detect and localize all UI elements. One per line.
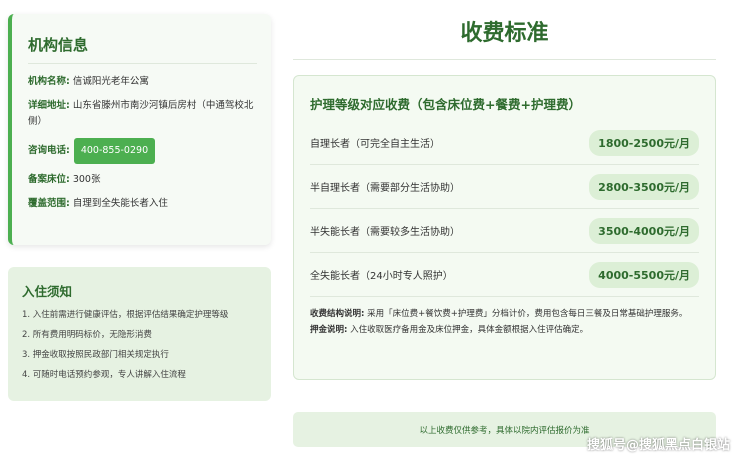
org-name-value: 信诚阳光老年公寓 (72, 76, 149, 87)
fee-structure-key: 收费结构说明: (310, 309, 365, 319)
org-info-card: 机构信息 机构名称: 信诚阳光老年公寓 详细地址: 山东省滕州市南沙河镇后房村（… (8, 14, 271, 245)
fee-card: 护理等级对应收费（包含床位费+餐费+护理费） 自理长者（可完全自主生活） 180… (293, 75, 716, 380)
fee-price-badge: 4000-5500元/月 (589, 261, 699, 288)
deposit-key: 押金说明: (310, 325, 348, 335)
org-scope-value: 自理到全失能长者入住 (72, 198, 168, 209)
admission-notice-card: 入住须知 1. 入住前需进行健康评估，根据评估结果确定护理等级 2. 所有费用明… (8, 267, 271, 401)
fee-price-badge: 3500-4000元/月 (589, 217, 699, 244)
page-title: 收费标准 (293, 15, 716, 60)
org-beds-value: 300张 (72, 174, 101, 185)
fee-structure-value: 采用「床位费+餐饮费+护理费」分档计价，费用包含每日三餐及日常基础护理服务。 (367, 309, 688, 319)
notice-item: 1. 入住前需进行健康评估，根据评估结果确定护理等级 (22, 310, 229, 320)
fee-price-badge: 2800-3500元/月 (589, 173, 699, 200)
fee-row: 全失能长者（24小时专人照护） 4000-5500元/月 (310, 253, 699, 297)
fee-level-label: 全失能长者（24小时专人照护） (310, 271, 453, 282)
fee-structure-note: 收费结构说明: 采用「床位费+餐饮费+护理费」分档计价，费用包含每日三餐及日常基… (310, 307, 699, 321)
notice-item: 3. 押金收取按照民政部门相关规定执行 (22, 350, 169, 360)
fee-level-label: 自理长者（可完全自主生活） (310, 139, 440, 150)
fee-price-badge: 1800-2500元/月 (589, 129, 699, 156)
fee-row: 半自理长者（需要部分生活协助） 2800-3500元/月 (310, 165, 699, 209)
org-scope-key: 覆盖范围: (28, 198, 70, 209)
org-phone-row: 咨询电话: 400-855-0290 (28, 138, 257, 164)
org-beds-row: 备案床位: 300张 (28, 172, 257, 188)
notice-item: 4. 可随时电话预约参观，专人讲解入住流程 (22, 370, 186, 380)
fee-row: 半失能长者（需要较多生活协助） 3500-4000元/月 (310, 209, 699, 253)
fee-row: 自理长者（可完全自主生活） 1800-2500元/月 (310, 121, 699, 165)
phone-number-button[interactable]: 400-855-0290 (73, 138, 156, 164)
notice-item: 2. 所有费用明码标价，无隐形消费 (22, 330, 152, 340)
org-name-key: 机构名称: (28, 76, 70, 87)
fee-heading: 护理等级对应收费（包含床位费+餐费+护理费） (310, 97, 581, 112)
deposit-value: 入住收取医疗备用金及床位押金，具体金额根据入住评估确定。 (350, 325, 589, 335)
org-info-title: 机构信息 (28, 34, 257, 64)
fee-notes: 收费结构说明: 采用「床位费+餐饮费+护理费」分档计价，费用包含每日三餐及日常基… (310, 307, 699, 337)
org-scope-row: 覆盖范围: 自理到全失能长者入住 (28, 196, 257, 212)
org-name-row: 机构名称: 信诚阳光老年公寓 (28, 74, 257, 90)
disclaimer-text: 以上收费仅供参考，具体以院内评估报价为准 (419, 425, 590, 436)
org-address-key: 详细地址: (28, 100, 70, 111)
org-beds-key: 备案床位: (28, 174, 70, 185)
fee-level-label: 半失能长者（需要较多生活协助） (310, 227, 460, 238)
fee-level-label: 半自理长者（需要部分生活协助） (310, 183, 460, 194)
deposit-note: 押金说明: 入住收取医疗备用金及床位押金，具体金额根据入住评估确定。 (310, 323, 699, 337)
org-phone-key: 咨询电话: (28, 145, 70, 156)
admission-notice-title: 入住须知 (22, 284, 73, 299)
org-address-row: 详细地址: 山东省滕州市南沙河镇后房村（中通驾校北侧） (28, 98, 257, 130)
watermark: 搜狐号@搜狐黑点白银站 (586, 438, 730, 453)
